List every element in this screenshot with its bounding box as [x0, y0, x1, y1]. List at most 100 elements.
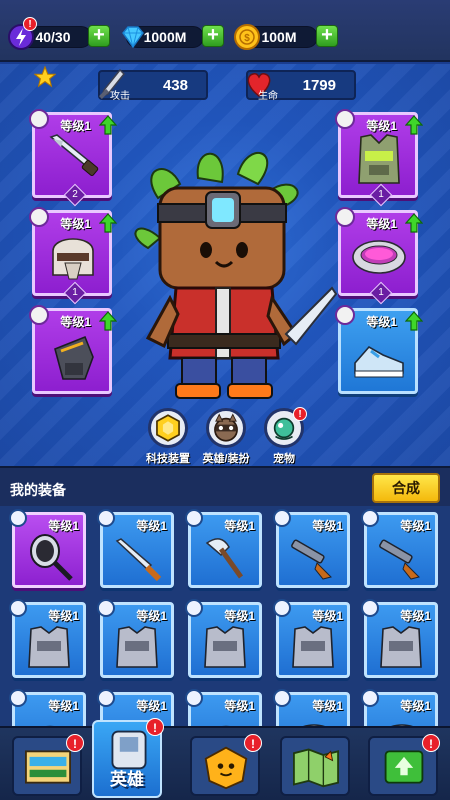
ring-slot[interactable]: 等级1 1	[335, 207, 423, 305]
equipment-card[interactable]: 等级1	[185, 509, 262, 588]
item-type-icon	[97, 689, 115, 707]
equipment-level: 等级1	[136, 609, 167, 623]
add-gems-button[interactable]: +	[202, 25, 224, 47]
equipment-level: 等级1	[48, 609, 79, 623]
armor-slot[interactable]: 等级1 1	[335, 109, 423, 207]
gloves-slot[interactable]: 等级1	[29, 305, 117, 394]
nav-talent[interactable]: !	[190, 734, 262, 796]
upgrade-arrow-icon	[99, 115, 117, 135]
equipment-grid: 等级1 等级1 等级1 等级1 等级1 等级1 等级1 等级1 等级1 等级1 等级1 等级1 等级1 等…	[0, 506, 450, 726]
attack-stat: 攻击 438	[98, 68, 208, 102]
item-type-icon	[273, 509, 291, 527]
tech-device-label: 科技装置	[146, 453, 190, 465]
upgrade-chip-icon	[384, 750, 424, 784]
upgrade-arrow-icon	[405, 213, 423, 233]
equipment-card[interactable]: 等级1	[97, 509, 174, 588]
item-type-icon	[361, 509, 379, 527]
add-energy-button[interactable]: +	[88, 25, 110, 47]
shop-alert-badge: !	[66, 734, 84, 752]
sneaker-icon	[354, 345, 404, 378]
nav-map[interactable]	[280, 736, 350, 796]
equipment-card[interactable]: 等级1	[273, 689, 350, 726]
tech-device-icon	[148, 408, 188, 448]
raccoon-avatar-icon	[206, 408, 246, 448]
weapon-slot[interactable]: 等级1 2	[29, 109, 117, 207]
energy-value: 40/30	[35, 29, 71, 45]
ring-icon	[303, 724, 325, 726]
equipment-card[interactable]: 等级1	[361, 599, 438, 678]
merge-button[interactable]: 合成	[372, 473, 440, 503]
armor-star-count-text: 1	[378, 189, 384, 200]
nav-shop[interactable]: !	[12, 734, 84, 796]
item-type-icon	[97, 599, 115, 617]
item-type-icon	[9, 509, 27, 527]
fox-badge-icon	[204, 746, 248, 790]
upgrade-alert-badge: !	[422, 734, 440, 752]
equipment-level: 等级1	[224, 699, 255, 713]
equipment-card[interactable]: 等级1	[185, 599, 262, 678]
ring-star-count-text: 1	[378, 287, 384, 298]
hero-equipment-area: 攻击 438 生命 1799 等级1 2 等级1 1 等级1 等级1 1 等级1…	[0, 64, 450, 466]
vest-icon	[292, 626, 334, 668]
equipment-level: 等级1	[224, 519, 255, 533]
gauntlet-icon	[54, 335, 94, 380]
equipment-card[interactable]: 等级1	[97, 599, 174, 678]
equipment-level: 等级1	[224, 609, 255, 623]
hero-skin-label: 英雄/装扮	[202, 453, 250, 465]
vest-icon	[204, 626, 246, 668]
pet-button[interactable]: ! 宠物	[254, 407, 314, 466]
equipment-level: 等级1	[312, 609, 343, 623]
add-coins-button[interactable]: +	[316, 25, 338, 47]
item-type-icon	[185, 599, 203, 617]
nav-upgrade[interactable]: !	[368, 734, 440, 796]
equipment-card[interactable]: 等级1	[9, 509, 86, 588]
hero-skin-button[interactable]: 英雄/装扮	[196, 408, 256, 466]
bottom-navigation: ! 英雄 ! ! !	[0, 718, 450, 800]
star-icon[interactable]	[34, 66, 56, 88]
item-type-icon	[9, 599, 27, 617]
item-type-icon	[185, 689, 203, 707]
equipment-card[interactable]: 等级1	[273, 509, 350, 588]
hp-stat: 生命 1799	[246, 70, 356, 102]
item-type-icon	[273, 599, 291, 617]
weapon-star-count-text: 2	[72, 189, 78, 200]
axe-icon	[205, 538, 244, 579]
equipment-card[interactable]: 等级1	[9, 689, 86, 726]
equipment-card[interactable]: 等级1	[361, 689, 438, 726]
hero-character[interactable]	[118, 138, 338, 402]
ring-icon	[391, 724, 413, 726]
upgrade-arrow-icon	[405, 115, 423, 135]
ring-level: 等级1	[366, 217, 397, 231]
talent-alert-badge: !	[244, 734, 262, 752]
item-type-icon	[185, 509, 203, 527]
equipment-card[interactable]: 等级1	[9, 599, 86, 678]
equipment-card[interactable]: 等级1	[273, 599, 350, 678]
pet-label: 宠物	[273, 453, 295, 465]
shotgun-icon	[291, 539, 332, 580]
upgrade-arrow-icon	[99, 213, 117, 233]
knight-helmet-icon	[52, 238, 94, 280]
equipment-level: 等级1	[136, 519, 167, 533]
upgrade-arrow-icon	[99, 311, 117, 331]
vest-icon	[380, 626, 422, 668]
helmet-slot[interactable]: 等级1 1	[29, 207, 117, 305]
equipment-card[interactable]: 等级1	[361, 509, 438, 588]
boots-slot[interactable]: 等级1	[335, 305, 423, 394]
mirror-icon	[30, 534, 73, 581]
equipment-level: 等级1	[48, 699, 79, 713]
hp-label: 生命	[258, 91, 278, 102]
resource-bar: 40/30 ! + 1000M + $ 100M +	[0, 0, 450, 62]
pet-icon: !	[264, 407, 307, 448]
attack-value: 438	[162, 77, 188, 94]
vest-icon	[28, 626, 70, 668]
tech-device-button[interactable]: 科技装置	[138, 408, 198, 466]
item-type-icon	[97, 509, 115, 527]
boots-type-icon	[335, 305, 355, 325]
my-equipment-header: 我的装备 合成	[0, 466, 450, 506]
coins-counter: $ 100M	[234, 24, 318, 50]
tactical-vest-icon	[358, 134, 400, 184]
helmet-icon	[47, 725, 53, 726]
equipment-level: 等级1	[48, 519, 79, 533]
equipment-card[interactable]: 等级1	[185, 689, 262, 726]
nav-hero[interactable]: 英雄 !	[92, 718, 164, 798]
